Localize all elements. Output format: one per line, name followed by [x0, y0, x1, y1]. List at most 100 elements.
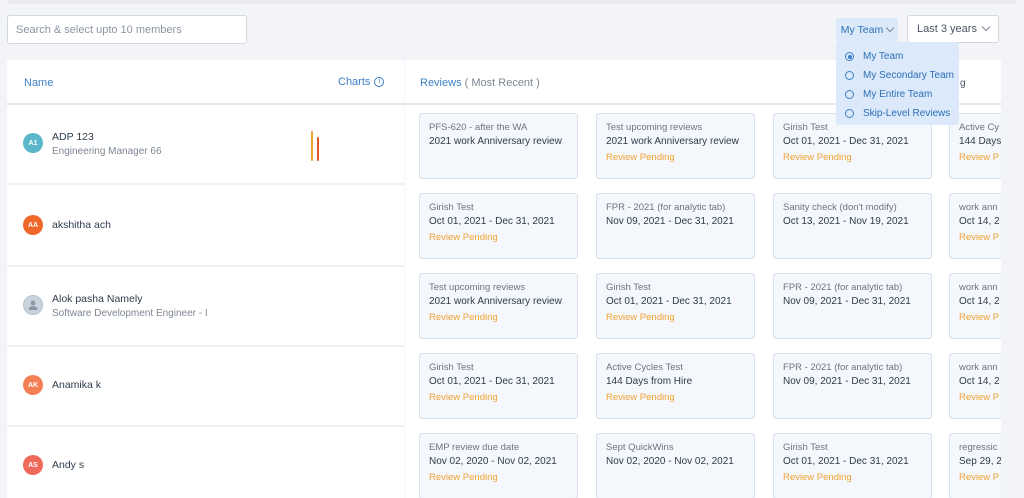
review-cycle-name: work ann [959, 362, 998, 373]
review-card[interactable]: regressic Sep 29, 2 Review P [949, 433, 1001, 498]
review-card[interactable]: work ann Oct 14, 2 Review P [949, 273, 1001, 339]
review-period: Oct 14, 2 [959, 376, 1000, 387]
review-card[interactable]: FPR - 2021 (for analytic tab) Nov 09, 202… [773, 273, 932, 339]
team-option[interactable]: My Team [836, 47, 959, 66]
member-name[interactable]: ADP 123 [52, 131, 94, 143]
review-period: Oct 01, 2021 - Dec 31, 2021 [429, 216, 555, 227]
chart-bar[interactable] [317, 137, 319, 161]
review-cycle-name: Active Cycles Test [606, 362, 683, 373]
period-filter-label: Last 3 years [917, 23, 977, 35]
review-cycle-name: Sept QuickWins [606, 442, 674, 453]
team-option[interactable]: My Entire Team [836, 85, 959, 104]
member-title: Engineering Manager 66 [52, 146, 162, 157]
radio-icon[interactable] [845, 109, 854, 118]
member-name[interactable]: Anamika k [52, 379, 101, 391]
review-cycle-name: PFS-620 - after the WA [429, 122, 528, 133]
info-icon[interactable]: i [374, 77, 385, 87]
radio-icon[interactable] [845, 52, 854, 61]
review-status: Review P [959, 152, 1000, 163]
chart-bar[interactable] [311, 131, 313, 161]
member-row[interactable]: AK Anamika k [7, 347, 404, 427]
review-period: Nov 09, 2021 - Dec 31, 2021 [606, 216, 734, 227]
review-cycle-name: FPR - 2021 (for analytic tab) [606, 202, 726, 213]
member-name[interactable]: akshitha ach [52, 219, 111, 231]
review-cycle-name: Girish Test [606, 282, 651, 293]
review-period: Nov 02, 2020 - Nov 02, 2021 [606, 456, 734, 467]
review-period: Oct 14, 2 [959, 216, 1000, 227]
reviews-panel: Reviews ( Most Recent ) g PFS-620 - afte… [405, 60, 1001, 498]
review-period: 2021 work Anniversary review [606, 136, 739, 147]
team-option-label: My Entire Team [863, 89, 933, 100]
review-period: 2021 work Anniversary review [429, 136, 562, 147]
review-status: Review P [959, 312, 1000, 323]
member-title: Software Development Engineer - I [52, 308, 208, 319]
review-status: Review Pending [783, 152, 852, 163]
review-card[interactable]: Active Cycles Test 144 Days from Hire Revi… [596, 353, 755, 419]
team-option[interactable]: My Secondary Team [836, 66, 959, 85]
review-status: Review Pending [606, 152, 675, 163]
review-period: 2021 work Anniversary review [429, 296, 562, 307]
review-card[interactable]: work ann Oct 14, 2 Review P [949, 353, 1001, 419]
name-column-header[interactable]: Name [24, 77, 53, 89]
review-period: Nov 09, 2021 - Dec 31, 2021 [783, 376, 911, 387]
radio-icon[interactable] [845, 71, 854, 80]
charts-column-header: Charts i [338, 76, 385, 88]
member-search-input[interactable] [7, 15, 247, 44]
review-card[interactable]: Girish Test Oct 01, 2021 - Dec 31, 2021 Re… [419, 193, 578, 259]
review-status: Review P [959, 392, 1000, 403]
team-option[interactable]: Skip-Level Reviews [836, 104, 959, 123]
avatar: AA [23, 215, 43, 235]
review-card[interactable]: FPR - 2021 (for analytic tab) Nov 09, 202… [773, 353, 932, 419]
review-status: Review Pending [429, 472, 498, 483]
review-card[interactable]: EMP review due date Nov 02, 2020 - Nov 02… [419, 433, 578, 498]
review-card[interactable]: Test upcoming reviews 2021 work Anniversa… [596, 113, 755, 179]
chevron-down-icon [981, 22, 991, 32]
avatar: AK [23, 375, 43, 395]
review-card[interactable]: Test upcoming reviews 2021 work Anniversa… [419, 273, 578, 339]
team-filter-label: My Team [840, 24, 884, 36]
review-cycle-name: Girish Test [429, 202, 474, 213]
period-filter-button[interactable]: Last 3 years [907, 15, 999, 43]
review-period: 144 Days from Hire [606, 376, 693, 387]
review-status: Review Pending [429, 312, 498, 323]
member-name[interactable]: Alok pasha Namely [52, 293, 142, 305]
review-card[interactable]: work ann Oct 14, 2 Review P [949, 193, 1001, 259]
member-row[interactable]: A1 ADP 123 Engineering Manager 66 [7, 105, 404, 185]
team-filter-button[interactable]: My Team [836, 18, 898, 42]
member-row[interactable]: AA akshitha ach [7, 187, 404, 267]
review-period: Oct 01, 2021 - Dec 31, 2021 [606, 296, 732, 307]
review-period: Oct 14, 2 [959, 296, 1000, 307]
review-status: Review Pending [429, 232, 498, 243]
scrollbar[interactable] [1004, 60, 1024, 498]
member-row[interactable]: AS Andy s [7, 427, 404, 498]
review-cycle-name: work ann [959, 282, 998, 293]
review-cycle-name: FPR - 2021 (for analytic tab) [783, 362, 903, 373]
review-cycle-name: Test upcoming reviews [606, 122, 703, 133]
radio-icon[interactable] [845, 90, 854, 99]
team-option-label: Skip-Level Reviews [863, 108, 951, 119]
review-cycle-name: Girish Test [429, 362, 474, 373]
review-period: Oct 01, 2021 - Dec 31, 2021 [429, 376, 555, 387]
review-card[interactable]: PFS-620 - after the WA 2021 work Annivers… [419, 113, 578, 179]
member-name[interactable]: Andy s [52, 459, 84, 471]
review-card[interactable]: FPR - 2021 (for analytic tab) Nov 09, 202… [596, 193, 755, 259]
review-card[interactable]: Sept QuickWins Nov 02, 2020 - Nov 02, 202… [596, 433, 755, 498]
review-status: Review P [959, 232, 1000, 243]
review-card[interactable]: Girish Test Oct 01, 2021 - Dec 31, 2021 Re… [596, 273, 755, 339]
review-cycle-name: work ann [959, 202, 998, 213]
avatar: A1 [23, 133, 43, 153]
review-period: 144 Days [959, 136, 1001, 147]
review-card[interactable]: Girish Test Oct 01, 2021 - Dec 31, 2021 Re… [773, 433, 932, 498]
review-cycle-name: FPR - 2021 (for analytic tab) [783, 282, 903, 293]
review-card[interactable]: Girish Test Oct 01, 2021 - Dec 31, 2021 Re… [419, 353, 578, 419]
review-cycle-name: regressic [959, 442, 998, 453]
member-list: Name Charts i A1 ADP 123 Engineering Manag… [7, 60, 404, 498]
member-row[interactable]: Alok pasha Namely Software Development En… [7, 267, 404, 347]
review-status: Review Pending [606, 312, 675, 323]
team-option-label: My Secondary Team [863, 70, 954, 81]
reviews-header-label: Reviews [420, 77, 462, 89]
top-divider [8, 0, 1016, 4]
review-card[interactable]: Sanity check (don't modify) Oct 13, 2021 … [773, 193, 932, 259]
chevron-down-icon [885, 23, 895, 33]
review-period: Oct 01, 2021 - Dec 31, 2021 [783, 136, 909, 147]
